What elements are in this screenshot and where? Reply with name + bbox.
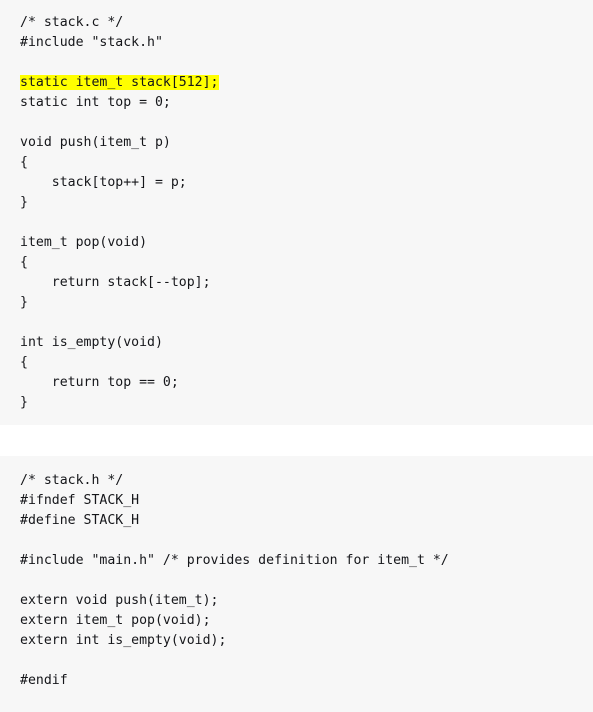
code-line: } [20, 195, 28, 210]
code-line: extern void push(item_t); [20, 593, 219, 608]
code-line: extern item_t pop(void); [20, 613, 211, 628]
code-line: #define STACK_H [20, 513, 140, 528]
code-line: extern int is_empty(void); [20, 633, 227, 648]
code-line: { [20, 155, 28, 170]
code-line: item_t pop(void) [20, 235, 148, 250]
code-line: return stack[--top]; [20, 275, 211, 290]
code-line: #endif [20, 673, 68, 688]
code-line: void push(item_t p) [20, 135, 171, 150]
code-line: stack[top++] = p; [20, 175, 187, 190]
code-line: #include "stack.h" [20, 35, 163, 50]
code-line: { [20, 355, 28, 370]
code-line: #ifndef STACK_H [20, 493, 140, 508]
code-line: #include "main.h" /* provides definition… [20, 553, 449, 568]
code-line: /* stack.c */ [20, 15, 124, 30]
code-line: { [20, 255, 28, 270]
code-block-separator [0, 425, 593, 456]
code-line: int is_empty(void) [20, 335, 163, 350]
highlighted-code-span: static item_t stack[512]; [20, 75, 219, 90]
code-line: } [20, 295, 28, 310]
code-line: static int top = 0; [20, 95, 171, 110]
code-line: /* stack.h */ [20, 473, 124, 488]
code-block-stack-h: /* stack.h */ #ifndef STACK_H #define STAC… [0, 456, 593, 712]
code-line: return top == 0; [20, 375, 179, 390]
code-listing-page: /* stack.c */ #include "stack.h" static it… [0, 0, 593, 712]
code-block-stack-c: /* stack.c */ #include "stack.h" static it… [0, 0, 593, 425]
code-line: } [20, 395, 28, 410]
code-line: static item_t stack[512]; [0, 73, 593, 93]
